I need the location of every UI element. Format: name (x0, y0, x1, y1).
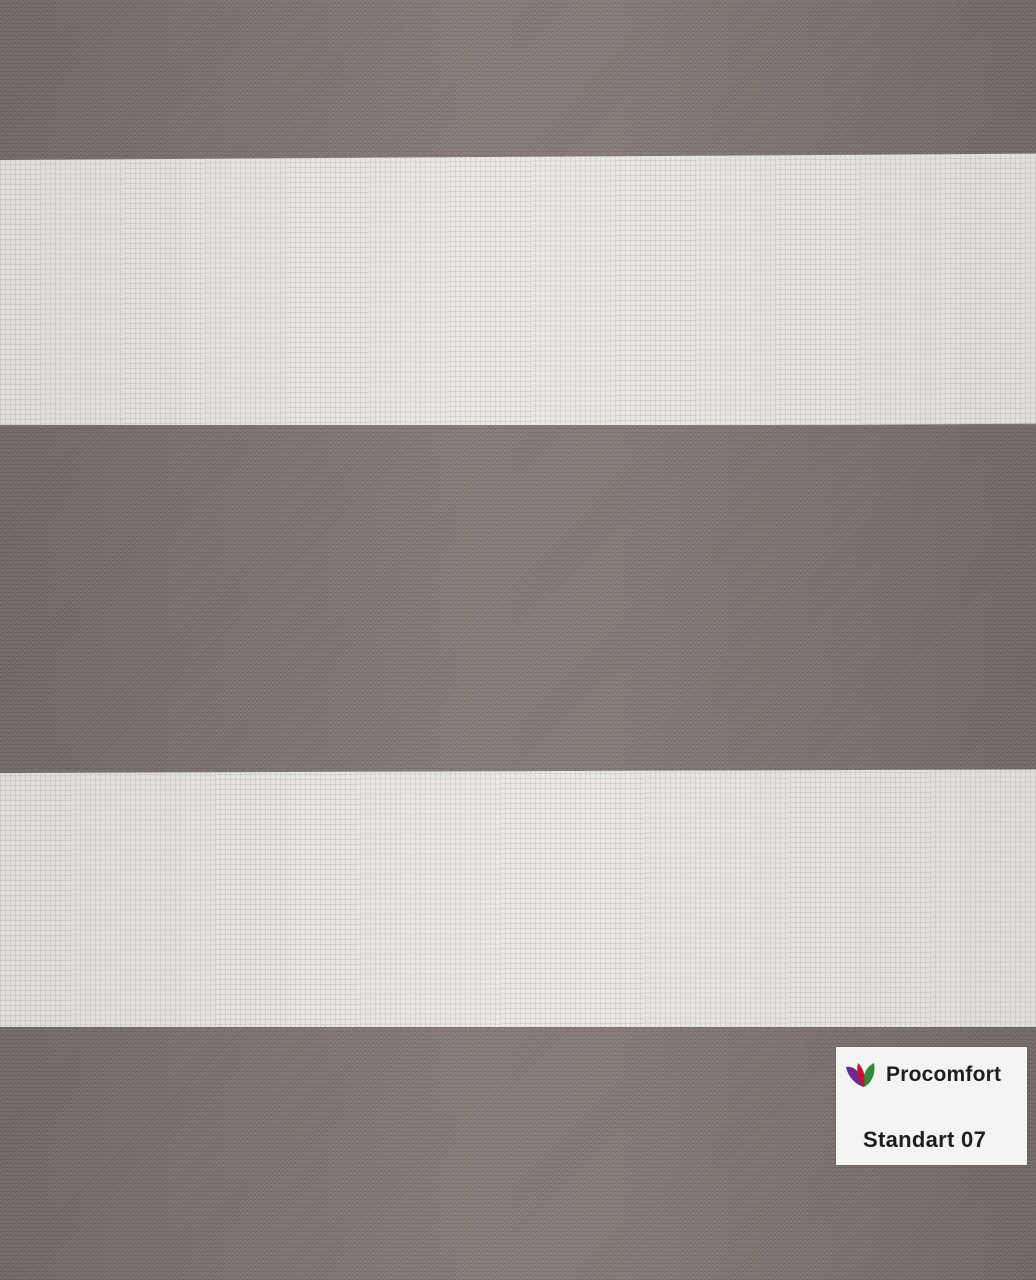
dark-stripe (0, 425, 1036, 785)
dark-stripe (0, 0, 1036, 168)
light-stripe (0, 769, 1036, 1031)
light-stripe (0, 153, 1036, 430)
brand-name: Procomfort (886, 1063, 1002, 1086)
fabric-sample: Procomfort Standart 07 (0, 0, 1036, 1280)
leaf-logo-icon (846, 1063, 875, 1087)
brand-row: Procomfort (844, 1059, 1001, 1091)
product-label: Procomfort Standart 07 (836, 1047, 1027, 1165)
model-name: Standart 07 (863, 1127, 987, 1152)
